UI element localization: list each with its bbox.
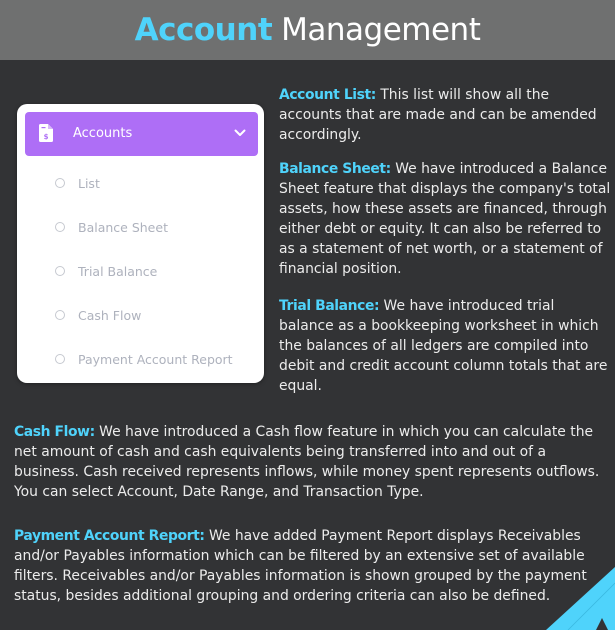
- menu-item-label: List: [78, 175, 100, 191]
- cash-flow-heading: Cash Flow:: [14, 424, 95, 440]
- menu-item-label: Balance Sheet: [78, 219, 168, 235]
- radio-circle-icon: [55, 310, 65, 320]
- payment-report-description: Payment Account Report: We have added Pa…: [14, 526, 604, 606]
- menu-item-balance-sheet[interactable]: Balance Sheet: [55, 217, 168, 237]
- accounts-menu-label: Accounts: [73, 126, 133, 141]
- accounts-menu-header[interactable]: $ Accounts: [25, 112, 258, 156]
- menu-item-label: Trial Balance: [78, 263, 158, 279]
- title-accent: Account: [134, 12, 273, 48]
- svg-text:$: $: [44, 133, 49, 141]
- payment-report-heading: Payment Account Report:: [14, 528, 205, 544]
- account-list-heading: Account List:: [279, 87, 376, 103]
- radio-circle-icon: [55, 222, 65, 232]
- trial-balance-description: Trial Balance: We have introduced trial …: [279, 296, 611, 396]
- title-rest: Management: [281, 12, 481, 48]
- radio-circle-icon: [55, 266, 65, 276]
- cash-flow-description: Cash Flow: We have introduced a Cash flo…: [14, 422, 610, 502]
- menu-item-trial-balance[interactable]: Trial Balance: [55, 261, 157, 281]
- menu-item-payment-account-report[interactable]: Payment Account Report: [55, 349, 233, 369]
- radio-circle-icon: [55, 178, 65, 188]
- page-header: Account Management: [0, 0, 615, 60]
- cash-flow-text: We have introduced a Cash flow feature i…: [14, 424, 600, 500]
- radio-circle-icon: [55, 354, 65, 364]
- document-dollar-icon: $: [39, 124, 53, 142]
- menu-item-label: Cash Flow: [78, 307, 142, 323]
- balance-sheet-heading: Balance Sheet:: [279, 161, 391, 177]
- menu-item-list[interactable]: List: [55, 173, 100, 193]
- account-list-description: Account List: This list will show all th…: [279, 85, 611, 145]
- accounts-menu-card: $ Accounts List Balance Sheet Trial Bala…: [17, 104, 264, 383]
- menu-item-cash-flow[interactable]: Cash Flow: [55, 305, 141, 325]
- balance-sheet-text: We have introduced a Balance Sheet featu…: [279, 161, 611, 277]
- trial-balance-heading: Trial Balance:: [279, 298, 380, 314]
- corner-decoration-icon: [546, 567, 615, 630]
- balance-sheet-description: Balance Sheet: We have introduced a Bala…: [279, 159, 611, 279]
- menu-item-label: Payment Account Report: [78, 351, 233, 367]
- chevron-down-icon[interactable]: [234, 128, 246, 138]
